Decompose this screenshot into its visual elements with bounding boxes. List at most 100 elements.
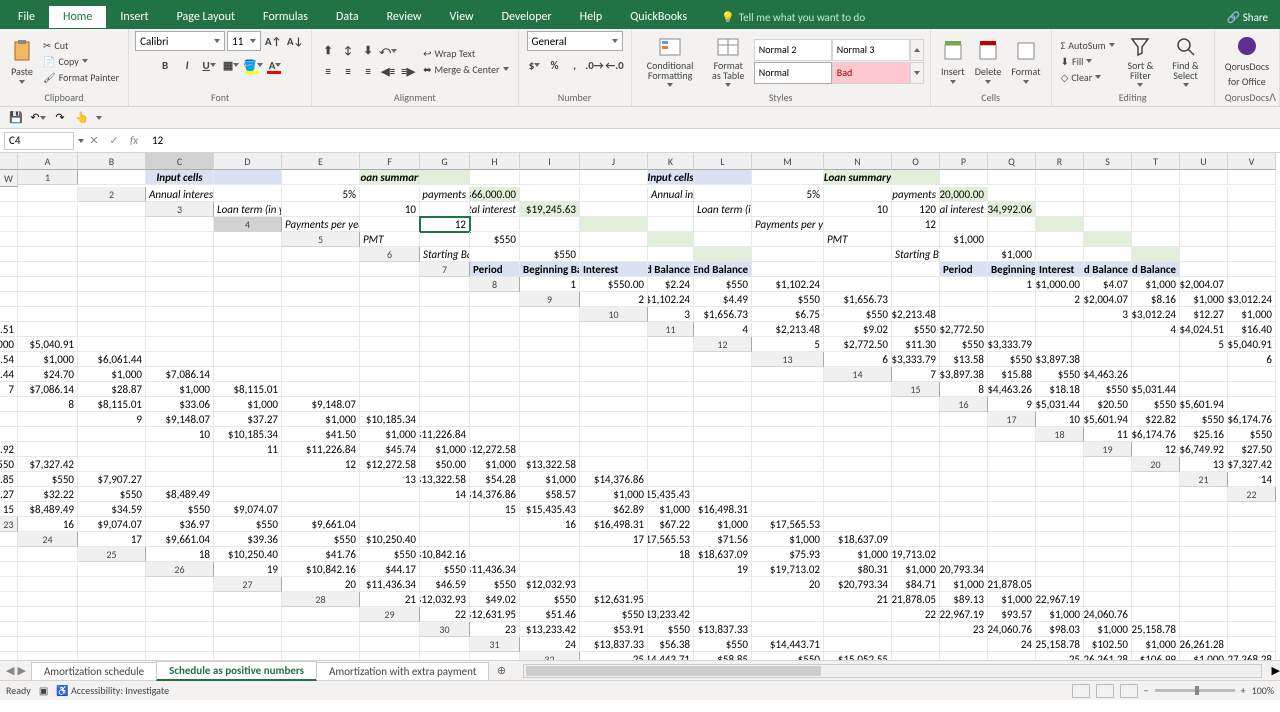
- merge-center-button[interactable]: ⬌ Merge & Center: [420, 62, 511, 77]
- row-head-24[interactable]: 24: [18, 532, 78, 547]
- sheet-nav-first-icon[interactable]: ◀: [6, 664, 14, 677]
- col-head-E[interactable]: E: [282, 153, 360, 170]
- sheet-tab-2[interactable]: Amortization with extra payment: [316, 662, 489, 680]
- align-bottom-icon[interactable]: ⬇: [358, 41, 378, 61]
- col-head-V[interactable]: V: [1228, 153, 1276, 170]
- row-head-6[interactable]: 6: [360, 247, 420, 262]
- row-head-11[interactable]: 11: [648, 322, 694, 337]
- format-as-table-button[interactable]: Format as Table: [705, 33, 752, 89]
- number-format-combo[interactable]: General: [527, 31, 623, 51]
- row-head-31[interactable]: 31: [470, 637, 520, 652]
- insert-function-icon[interactable]: fx: [124, 131, 144, 151]
- font-name-combo[interactable]: Calibri: [135, 31, 225, 51]
- row-head-3[interactable]: 3: [146, 202, 214, 217]
- cancel-formula-icon[interactable]: ✕: [84, 131, 104, 151]
- fill-button[interactable]: ⬇ Fill: [1058, 54, 1118, 69]
- col-head-Q[interactable]: Q: [988, 153, 1036, 170]
- row-head-26[interactable]: 26: [146, 562, 214, 577]
- col-head-H[interactable]: H: [470, 153, 520, 170]
- comma-format-icon[interactable]: ,: [565, 55, 585, 75]
- sheet-tab-1[interactable]: Schedule as positive numbers: [156, 661, 317, 681]
- tab-insert[interactable]: Insert: [106, 6, 162, 28]
- row-head-23[interactable]: 23: [0, 517, 18, 532]
- row-head-28[interactable]: 28: [282, 592, 360, 607]
- col-head-K[interactable]: K: [648, 153, 694, 170]
- paste-button[interactable]: Paste: [6, 37, 38, 86]
- col-head-U[interactable]: U: [1180, 153, 1228, 170]
- tab-file[interactable]: File: [4, 6, 49, 28]
- enter-formula-icon[interactable]: ✓: [104, 131, 124, 151]
- row-head-8[interactable]: 8: [470, 277, 520, 292]
- col-head-J[interactable]: J: [580, 153, 648, 170]
- wrap-text-button[interactable]: ↩ Wrap Text: [420, 46, 511, 61]
- autosum-button[interactable]: Σ AutoSum: [1058, 38, 1118, 53]
- row-head-2[interactable]: 2: [78, 187, 146, 202]
- percent-format-icon[interactable]: %: [545, 55, 565, 75]
- row-head-12[interactable]: 12: [694, 337, 752, 352]
- page-layout-view-icon[interactable]: [1096, 684, 1114, 698]
- style-bad[interactable]: Bad: [832, 62, 910, 84]
- row-head-1[interactable]: 1: [18, 170, 78, 185]
- scroll-right-icon[interactable]: ▶: [1272, 664, 1280, 677]
- orientation-icon[interactable]: ⤺: [378, 41, 398, 61]
- row-head-17[interactable]: 17: [988, 412, 1036, 427]
- style-normal2[interactable]: Normal 2: [754, 39, 832, 61]
- tab-help[interactable]: Help: [566, 6, 617, 28]
- clear-button[interactable]: ◇ Clear: [1058, 70, 1118, 85]
- row-head-19[interactable]: 19: [1084, 442, 1132, 457]
- formula-input[interactable]: 12: [144, 134, 1280, 147]
- row-head-16[interactable]: 16: [940, 397, 988, 412]
- name-box[interactable]: C4: [4, 132, 74, 150]
- tab-developer[interactable]: Developer: [488, 6, 566, 28]
- row-head-27[interactable]: 27: [214, 577, 282, 592]
- row-head-22[interactable]: 22: [1228, 487, 1276, 502]
- tab-data[interactable]: Data: [322, 6, 373, 28]
- col-head-S[interactable]: S: [1084, 153, 1132, 170]
- align-right-icon[interactable]: ≡: [358, 62, 378, 82]
- col-head-W[interactable]: W: [0, 170, 18, 187]
- align-top-icon[interactable]: ⬆: [318, 41, 338, 61]
- decrease-font-icon[interactable]: A↓: [285, 31, 305, 51]
- new-sheet-button[interactable]: ⊕: [489, 664, 513, 677]
- page-break-view-icon[interactable]: [1120, 684, 1138, 698]
- row-head-7[interactable]: 7: [420, 262, 470, 277]
- find-select-button[interactable]: Find & Select: [1163, 33, 1208, 89]
- tab-view[interactable]: View: [436, 6, 488, 28]
- qorusdocs-button[interactable]: QorusDocsfor Office: [1221, 32, 1273, 90]
- row-head-21[interactable]: 21: [1180, 472, 1228, 487]
- conditional-formatting-button[interactable]: Conditional Formatting: [638, 33, 703, 89]
- underline-button[interactable]: U: [199, 55, 219, 75]
- format-painter-button[interactable]: 🖌 Format Painter: [40, 70, 122, 85]
- delete-cells-button[interactable]: Delete: [971, 37, 1006, 86]
- sort-filter-button[interactable]: Sort & Filter: [1120, 33, 1162, 89]
- horizontal-scrollbar[interactable]: [523, 664, 1261, 678]
- normal-view-icon[interactable]: [1072, 684, 1090, 698]
- align-left-icon[interactable]: ≡: [318, 62, 338, 82]
- accessibility-status[interactable]: ♿ Accessibility: Investigate: [56, 684, 169, 697]
- zoom-in-icon[interactable]: +: [1241, 684, 1246, 697]
- row-head-14[interactable]: 14: [824, 367, 892, 382]
- row-head-20[interactable]: 20: [1132, 457, 1180, 472]
- col-head-M[interactable]: M: [752, 153, 824, 170]
- font-size-combo[interactable]: 11: [227, 31, 261, 51]
- row-head-4[interactable]: 4: [214, 217, 282, 232]
- zoom-level[interactable]: 100%: [1252, 684, 1274, 697]
- format-cells-button[interactable]: Format: [1007, 37, 1044, 86]
- worksheet-grid[interactable]: ABCDEFGHIJKLMNOPQRSTUVW1Input cellsLoan …: [0, 153, 1280, 660]
- row-head-9[interactable]: 9: [520, 292, 580, 307]
- share-button[interactable]: 🔗 Share: [1227, 11, 1268, 24]
- italic-button[interactable]: I: [177, 55, 197, 75]
- tab-page-layout[interactable]: Page Layout: [163, 6, 249, 28]
- touch-mode-icon[interactable]: 👆: [74, 110, 90, 126]
- row-head-25[interactable]: 25: [78, 547, 146, 562]
- align-center-icon[interactable]: ≡: [338, 62, 358, 82]
- align-middle-icon[interactable]: ↕: [338, 41, 358, 61]
- border-button[interactable]: ▦: [221, 55, 241, 75]
- increase-decimal-icon[interactable]: .0→: [585, 55, 605, 75]
- font-color-button[interactable]: A: [265, 55, 285, 75]
- col-head-O[interactable]: O: [892, 153, 940, 170]
- tab-formulas[interactable]: Formulas: [249, 6, 322, 28]
- row-head-13[interactable]: 13: [752, 352, 824, 367]
- increase-indent-icon[interactable]: ≡▶: [398, 62, 418, 82]
- col-head-G[interactable]: G: [420, 153, 470, 170]
